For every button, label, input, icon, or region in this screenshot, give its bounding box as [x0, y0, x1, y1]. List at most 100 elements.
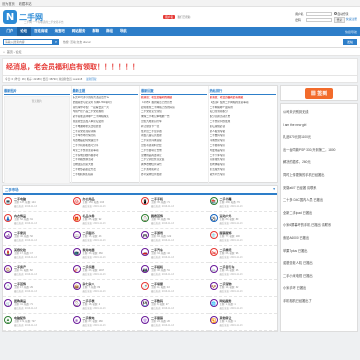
logo-slogan: 二手网 一个有味道的二手交易平台 [24, 21, 64, 24]
nav-item-services[interactable]: 网站服务 [68, 27, 89, 36]
login-button[interactable]: 登录 [333, 16, 345, 23]
nav-item-portal[interactable]: 门户 [3, 27, 17, 36]
forum-item[interactable]: 🏠 二手房产 主题: 11, 帖数: 82 最后发表: 2019-11-13 [3, 263, 72, 280]
sidebar-link[interactable]: I am the new girl [283, 119, 355, 132]
panel-title: 热帖排行 [209, 89, 223, 93]
sidebar-link[interactable]: 解决的插件，260元 [283, 156, 355, 169]
sidebar-link[interactable]: 安徽a6/7 已经搬 请联系 [283, 182, 355, 195]
username-label: 用户名 [295, 11, 304, 16]
forum-item[interactable]: ⚽ 运动户外 主题: 80, 帖数: 89 最后发表: 2019-11-13 [208, 212, 277, 229]
forum-grid: 💻 二手电脑 主题: 137, 帖数: 144 最后发表: 2019-11-13 🖨 办公… [3, 195, 277, 331]
sidebar-link[interactable]: 同时上传更换的手机已经搬出 [283, 169, 355, 182]
sign-in-box: ▦ 签到 [280, 85, 358, 101]
notice-text[interactable]: 经消息，老会员福利启有领取！！！！！！ [6, 62, 139, 72]
auto-login-checkbox[interactable]: 自动登录 [333, 11, 357, 16]
breadcrumb-text[interactable]: 首页 › 论坛 [7, 50, 22, 54]
forum-item[interactable]: 👕 服装服饰 主题: 77, 帖数: 100 最后发表: 2019-11-13 [208, 229, 277, 246]
set-homepage-link[interactable]: 设为首页 [2, 1, 15, 6]
forum-item[interactable]: 🎸 二手乐器 主题: 23, 帖数: 1497 最后发表: 2019-11-13 [71, 263, 140, 280]
forum-item[interactable]: ⌚ 腕表首饰 主题: 30, 帖数: 69 最后发表: 2019-11-13 [140, 212, 209, 229]
nav-item-chat[interactable]: 群聊 [89, 27, 103, 36]
forum-item[interactable]: 🏍 二手摩托 主题: 66, 帖数: 96 最后发表: 2019-11-13 [208, 246, 277, 263]
sidebar-link[interactable]: 全新二手ipad 已搬出 [283, 207, 355, 220]
bookmark-link[interactable]: 收藏本站 [19, 1, 32, 6]
stats-text: 今日: 0 | 昨日: 36 | 帖子: 22186 | 会员: 38793 |… [5, 78, 83, 81]
collapse-icon[interactable]: ▾ [273, 187, 275, 192]
forum-item[interactable]: ❄ 二手家电 主题: 87, 帖数: 280 最后发表: 2019-11-13 [71, 314, 140, 331]
forum-item[interactable]: 🖱 电脑配件 主题: 171, 帖数: 727 最后发表: 2019-11-13 [3, 314, 72, 331]
forum-item[interactable]: 📱 二手手机 主题: 35, 帖数: 71 最后发表: 2019-11-13 [140, 195, 209, 212]
sidebar-link[interactable]: 公司未识别到无线 [283, 106, 355, 119]
forum-last-post: 最后发表: 2019-11-13 [151, 256, 174, 260]
forum-icon: 🎸 [72, 265, 81, 273]
forum-item[interactable]: 🐶 二手宠物 主题: 14, 帖数: 32 最后发表: 2019-11-13 [208, 280, 277, 297]
forum-item[interactable]: 📺 家用电器 主题: 33, 帖数: 360 最后发表: 2019-11-13 [71, 246, 140, 263]
new-post-button[interactable]: 发帖 [342, 38, 357, 45]
thread-link[interactable]: 二手相机购买指南 [73, 173, 139, 178]
sidebar-link[interactable]: 二十多 D4C国内人员 已搬出 [283, 194, 355, 207]
forum-item[interactable]: 👗 内衣饰品 主题: 52, 帖数: 61 最后发表: 2019-11-13 [3, 212, 72, 229]
forum-last-post: 最后发表: 2019-11-13 [219, 239, 243, 243]
forum-icon: 🐶 [209, 282, 218, 290]
nav-item-mall[interactable]: 百姓商城 [31, 27, 52, 36]
forum-item[interactable]: 🖨 办公用品 主题: 153, 帖数: 163 最后发表: 2019-11-13 [71, 195, 140, 212]
sidebar-link[interactable]: 索尼A6000 已搬出 [283, 232, 355, 245]
forum-item[interactable]: 🎁 礼品卡券 主题: 85, 帖数: 92 最后发表: 2019-11-13 [71, 212, 140, 229]
sidebar-link[interactable]: 礼品570元到1100元 [283, 131, 355, 144]
forum-last-post: 最后发表: 2019-11-13 [14, 290, 37, 294]
forum-item[interactable]: 💍 二手首饰 主题: 17, 帖数: 29 最后发表: 2019-11-13 [3, 280, 72, 297]
forum-item[interactable]: ⌚ 二手手表 主题: 18, 帖数: 2 最后发表: 2019-11-13 [71, 297, 140, 314]
sidebar-link[interactable]: 出一台同款PSP 330,升到第二，1800 [283, 144, 355, 157]
sidebar-link[interactable]: 苹果7plus 已搬出 [283, 245, 355, 258]
forum-item[interactable]: 🛋 二手家具 主题: 46, 帖数: 52 最后发表: 2019-11-13 [3, 229, 72, 246]
password-input[interactable] [305, 17, 332, 22]
forum-item[interactable]: 🎮 二手游戏 主题: 94, 帖数: 122 最后发表: 2019-11-13 [140, 229, 209, 246]
image-placeholder: 暂无图片 [4, 96, 70, 184]
forum-item[interactable]: 🛒 团购商品 主题: 41, 帖数: 71 最后发表: 2019-11-13 [3, 297, 72, 314]
panel-title: 最新图片 [4, 89, 17, 93]
forum-item[interactable]: 💄 美容化妆 主题: 17, 帖数: 17 最后发表: 2019-11-13 [3, 246, 72, 263]
panel-title: 最新回复 [141, 89, 154, 93]
forum-item[interactable]: 💻 二手电脑 主题: 137, 帖数: 144 最后发表: 2019-11-13 [3, 195, 72, 212]
thread-link[interactable]: 站务公告专区 [210, 173, 277, 178]
forum-item[interactable]: 🚲 二手自行车 主题: 26, 帖数: 26 最后发表: 2019-11-13 [208, 263, 277, 280]
nav-item-navigation[interactable]: 导航 [116, 27, 130, 36]
home-icon[interactable]: ⌂ [3, 50, 5, 54]
forum-icon: 🏠 [4, 265, 12, 273]
forum-item[interactable]: 📖 二手图书 主题: 15, 帖数: 43 最后发表: 2019-11-13 [71, 229, 140, 246]
forum-item[interactable]: 📷 二手相机 主题: 46, 帖数: 51 最后发表: 2019-11-13 [140, 263, 209, 280]
nav-item-forum[interactable]: 论坛 [16, 27, 31, 36]
search-icon[interactable]: ⌕ [53, 38, 59, 45]
forum-item[interactable]: 🔁 其他转让 主题: 1, 帖数: 1 最后发表: 2019-11-13 [208, 314, 277, 331]
forum-icon: 📱 [141, 197, 149, 205]
forum-last-post: 最后发表: 2019-11-13 [219, 222, 243, 226]
latest-reply-link[interactable]: 最新回复 [86, 77, 355, 81]
forum-item[interactable]: 🚗 二手汽车 主题: 34, 帖数: 44 最后发表: 2019-11-13 [140, 246, 209, 263]
forum-item[interactable]: 💾 二手数码 主题: 8, 帖数: 27 最后发表: 2019-11-13 [140, 297, 209, 314]
section-title[interactable]: 二手市场 [5, 187, 19, 192]
forum-item[interactable]: 📦 杂七杂八 主题: 7, 帖数: 89 最后发表: 2019-11-13 [71, 280, 140, 297]
sidebar-link[interactable]: 小米6屏幕坏的手机 已搬出 请联系 [283, 219, 355, 232]
sign-in-button[interactable]: ▦ 签到 [304, 87, 334, 99]
register-link[interactable]: 快速注册 [346, 17, 357, 23]
search-input[interactable] [3, 38, 53, 45]
promo-tag[interactable]: 用户名 [163, 15, 176, 19]
thread-link[interactable]: 办公桌椅低价处理 [141, 173, 207, 178]
forum-item[interactable]: 📚 二手书籍 主题: 439, 帖数: 79 最后发表: 2019-11-13 [208, 195, 277, 212]
sidebar-link[interactable]: 小米手环 已搬出 [283, 282, 355, 295]
nav-item-groups[interactable]: 群组 [103, 27, 117, 36]
sidebar-link[interactable]: 诺基亚老人机 已搬出 [283, 257, 355, 270]
sidebar-link[interactable]: 二手小米电视 已搬出 [283, 270, 355, 283]
nav-item-taobao[interactable]: 淘宝吧 [51, 27, 68, 36]
forum-last-post: 最后发表: 2019-11-13 [82, 307, 106, 311]
forum-item[interactable]: 👚 二手服装 主题: 24, 帖数: 26 最后发表: 2019-11-13 [140, 314, 209, 331]
sidebar-link[interactable]: 手机相机已经搬出了 [283, 295, 355, 308]
username-input[interactable] [305, 11, 332, 16]
forum-item[interactable]: 🍼 二手母婴 主题: 11, 帖数: 43 最后发表: 2019-11-13 [140, 280, 209, 297]
quick-nav[interactable]: 快捷导航 [345, 30, 357, 34]
forum-last-post: 最后发表: 2019-11-13 [219, 290, 243, 294]
forum-last-post: 最后发表: 2019-11-13 [14, 307, 37, 311]
forum-last-post: 最后发表: 2019-11-13 [151, 222, 174, 226]
forum-last-post: 最后发表: 2019-11-13 [151, 239, 174, 243]
forum-item[interactable]: 🌐 网站服务 主题: 1, 帖数: 1 最后发表: 2019-11-13 [208, 297, 277, 314]
